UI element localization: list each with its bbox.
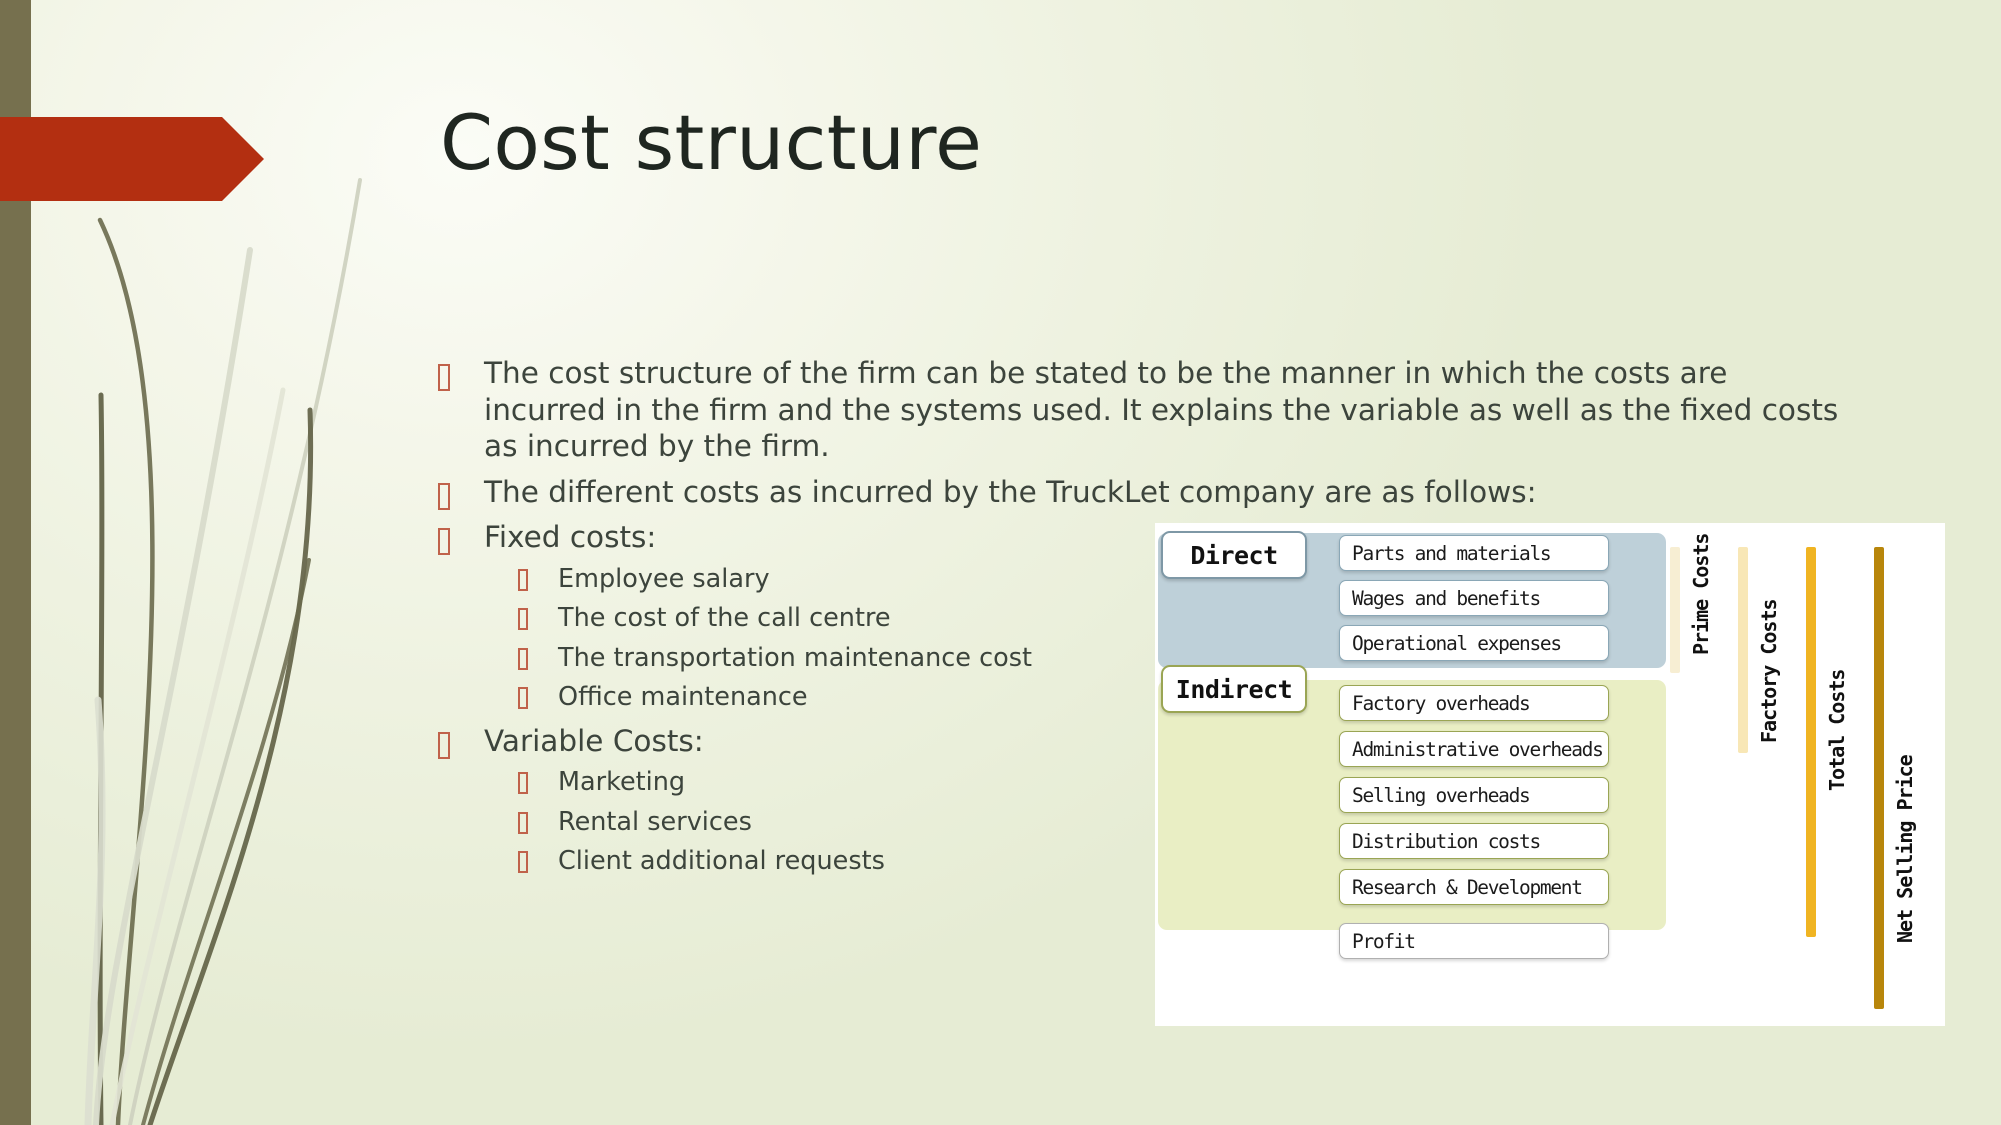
direct-item-label: Wages and benefits [1352, 586, 1541, 610]
indirect-item-box: Administrative overheads [1339, 731, 1609, 767]
indirect-item-label: Selling overheads [1352, 783, 1531, 807]
bullet-box-icon [518, 647, 528, 670]
direct-item-box: Wages and benefits [1339, 580, 1609, 616]
slide-canvas: Cost structure The cost structure of the… [0, 0, 2001, 1125]
measure-label-prime-costs: Prime Costs [1689, 533, 1713, 655]
bullet-box-icon [518, 811, 528, 834]
bullet-box-icon [438, 364, 450, 391]
list-item-label: The different costs as incurred by the T… [484, 474, 1537, 509]
list-item: The cost structure of the firm can be st… [430, 355, 1850, 465]
category-label: Indirect [1175, 674, 1293, 704]
indirect-item-box: Factory overheads [1339, 685, 1609, 721]
accent-chevron-shape [0, 117, 264, 201]
cost-structure-diagram: Direct Indirect Parts and materials Wage… [1155, 523, 1945, 1026]
measure-bar-prime-costs [1670, 547, 1680, 673]
indirect-item-label: Factory overheads [1352, 691, 1531, 715]
list-item-label: The cost of the call centre [558, 603, 891, 633]
bullet-box-icon [438, 528, 450, 555]
list-item-label: Office maintenance [558, 682, 808, 712]
direct-item-label: Operational expenses [1352, 631, 1562, 655]
indirect-item-label: Administrative overheads [1352, 737, 1604, 761]
category-box-indirect: Indirect [1161, 665, 1307, 713]
measure-bar-net-selling-price [1874, 547, 1884, 1009]
profit-item-label: Profit [1352, 929, 1416, 953]
measure-label-net-selling-price: Net Selling Price [1893, 755, 1917, 943]
list-item-label: Fixed costs: [484, 520, 657, 554]
indirect-item-box: Distribution costs [1339, 823, 1609, 859]
indirect-item-label: Distribution costs [1352, 829, 1541, 853]
direct-item-box: Operational expenses [1339, 625, 1609, 661]
bullet-box-icon [518, 772, 528, 794]
list-item: The different costs as incurred by the T… [430, 474, 1850, 511]
measure-label-factory-costs: Factory Costs [1757, 599, 1781, 743]
category-label: Direct [1190, 540, 1278, 570]
category-box-direct: Direct [1161, 531, 1307, 579]
indirect-item-label: Research & Development [1352, 875, 1583, 899]
bullet-box-icon [518, 687, 528, 709]
bullet-box-icon [438, 482, 450, 510]
measure-bar-factory-costs [1738, 547, 1748, 753]
list-item-label: Client additional requests [558, 846, 885, 876]
list-item-label: The cost structure of the firm can be st… [484, 356, 1839, 463]
bullet-box-icon [518, 568, 528, 591]
indirect-item-box: Selling overheads [1339, 777, 1609, 813]
list-item-label: Marketing [558, 767, 686, 797]
direct-item-box: Parts and materials [1339, 535, 1609, 571]
bullet-box-icon [518, 608, 528, 630]
list-item-label: The transportation maintenance cost [558, 642, 1033, 673]
measure-label-total-costs: Total Costs [1825, 669, 1849, 791]
indirect-item-box: Research & Development [1339, 869, 1609, 905]
page-title: Cost structure [440, 98, 983, 187]
list-item-label: Employee salary [558, 563, 770, 594]
list-item-label: Rental services [558, 806, 752, 837]
measure-bar-total-costs [1806, 547, 1816, 937]
direct-item-label: Parts and materials [1352, 541, 1552, 565]
profit-item-box: Profit [1339, 923, 1609, 959]
bullet-box-icon [438, 731, 450, 759]
bullet-box-icon [518, 851, 528, 873]
list-item-label: Variable Costs: [484, 723, 704, 758]
